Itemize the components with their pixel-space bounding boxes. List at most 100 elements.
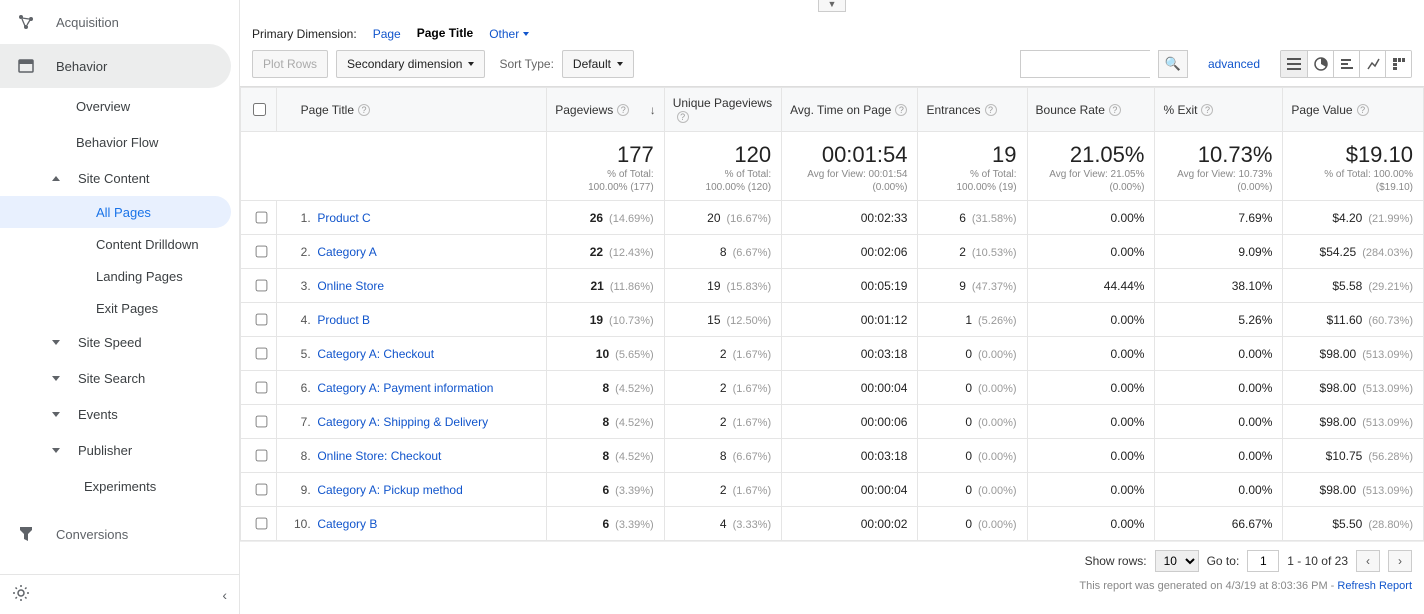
page-title-link[interactable]: Product C xyxy=(317,211,370,225)
table-row: 7. Category A: Shipping & Delivery8(4.52… xyxy=(241,405,1424,439)
report-table: Page Title? Pageviews?↓ Unique Pageviews… xyxy=(240,87,1424,541)
page-title-link[interactable]: Category A: Payment information xyxy=(317,381,493,395)
row-checkbox[interactable] xyxy=(256,280,268,292)
row-checkbox[interactable] xyxy=(256,450,268,462)
sidebar-footer: ‹ xyxy=(0,574,239,614)
row-checkbox[interactable] xyxy=(256,484,268,496)
expand-chart-toggle[interactable]: ▼ xyxy=(818,0,846,12)
main: ▼ Primary Dimension: Page Page Title Oth… xyxy=(240,0,1424,614)
row-checkbox[interactable] xyxy=(256,212,268,224)
sidebar-sub2-all-pages[interactable]: All Pages xyxy=(0,196,231,228)
search-button[interactable]: 🔍 xyxy=(1158,50,1188,78)
behavior-icon xyxy=(16,58,36,74)
view-table-icon[interactable] xyxy=(1281,51,1307,77)
help-icon[interactable]: ? xyxy=(358,104,370,116)
rows-per-page-select[interactable]: 10 xyxy=(1155,550,1199,572)
col-pageviews[interactable]: Pageviews?↓ xyxy=(547,88,664,132)
help-icon[interactable]: ? xyxy=(1357,104,1369,116)
gear-icon[interactable] xyxy=(12,584,30,605)
conversions-icon xyxy=(16,526,36,542)
row-title-cell: 1. Product C xyxy=(276,201,547,235)
chevron-down-icon xyxy=(617,62,623,66)
help-icon[interactable]: ? xyxy=(985,104,997,116)
table-row: 4. Product B19(10.73%)15(12.50%)00:01:12… xyxy=(241,303,1424,337)
goto-input[interactable] xyxy=(1247,550,1279,572)
primary-dimension-label: Primary Dimension: xyxy=(252,27,357,41)
row-index: 4. xyxy=(287,313,311,327)
collapse-sidebar-icon[interactable]: ‹ xyxy=(222,587,227,603)
row-index: 7. xyxy=(287,415,311,429)
dim-other[interactable]: Other xyxy=(489,27,529,41)
col-entrances[interactable]: Entrances? xyxy=(918,88,1027,132)
sort-desc-icon: ↓ xyxy=(650,103,656,117)
table-row: 10. Category B6(3.39%)4(3.33%)00:00:020(… xyxy=(241,507,1424,541)
view-buttons xyxy=(1280,50,1412,78)
sidebar-sub2-exit-pages[interactable]: Exit Pages xyxy=(0,292,239,324)
page-title-link[interactable]: Category A: Shipping & Delivery xyxy=(317,415,488,429)
page-title-link[interactable]: Category B xyxy=(317,517,377,531)
row-checkbox[interactable] xyxy=(256,416,268,428)
secondary-dimension-button[interactable]: Secondary dimension xyxy=(336,50,485,78)
sidebar-sub-experiments[interactable]: Experiments xyxy=(0,468,239,504)
prev-page-button[interactable]: ‹ xyxy=(1356,550,1380,572)
help-icon[interactable]: ? xyxy=(1201,104,1213,116)
view-bar-icon[interactable] xyxy=(1333,51,1359,77)
row-checkbox[interactable] xyxy=(256,246,268,258)
help-icon[interactable]: ? xyxy=(895,104,907,116)
sidebar-sub-overview[interactable]: Overview xyxy=(0,88,239,124)
col-page-value[interactable]: Page Value? xyxy=(1283,88,1424,132)
page-title-link[interactable]: Category A: Checkout xyxy=(317,347,434,361)
sidebar: Acquisition Behavior Overview Behavior F… xyxy=(0,0,240,614)
plot-rows-button[interactable]: Plot Rows xyxy=(252,50,328,78)
dim-page-title[interactable]: Page Title xyxy=(417,26,473,42)
col-page-title[interactable]: Page Title? xyxy=(276,88,547,132)
sidebar-sub-events[interactable]: Events xyxy=(0,396,239,432)
row-checkbox[interactable] xyxy=(256,348,268,360)
help-icon[interactable]: ? xyxy=(617,104,629,116)
view-pie-icon[interactable] xyxy=(1307,51,1333,77)
refresh-report-link[interactable]: Refresh Report xyxy=(1337,580,1412,592)
help-icon[interactable]: ? xyxy=(677,111,689,123)
show-rows-label: Show rows: xyxy=(1085,554,1147,568)
row-checkbox[interactable] xyxy=(256,518,268,530)
next-page-button[interactable]: › xyxy=(1388,550,1412,572)
row-checkbox[interactable] xyxy=(256,314,268,326)
sidebar-item-acquisition[interactable]: Acquisition xyxy=(0,0,239,44)
col-avg-time[interactable]: Avg. Time on Page? xyxy=(782,88,918,132)
sidebar-sub-site-speed[interactable]: Site Speed xyxy=(0,324,239,360)
col-exit[interactable]: % Exit? xyxy=(1155,88,1283,132)
view-comparison-icon[interactable] xyxy=(1359,51,1385,77)
row-index: 1. xyxy=(287,211,311,225)
sidebar-sub2-landing-pages[interactable]: Landing Pages xyxy=(0,260,239,292)
help-icon[interactable]: ? xyxy=(1109,104,1121,116)
row-index: 5. xyxy=(287,347,311,361)
sidebar-sub-behavior-flow[interactable]: Behavior Flow xyxy=(0,124,239,160)
page-title-link[interactable]: Category A xyxy=(317,245,376,259)
col-bounce-rate[interactable]: Bounce Rate? xyxy=(1027,88,1155,132)
sidebar-sub-site-search[interactable]: Site Search xyxy=(0,360,239,396)
col-unique-pageviews[interactable]: Unique Pageviews? xyxy=(664,88,781,132)
row-title-cell: 3. Online Store xyxy=(276,269,547,303)
sidebar-item-behavior[interactable]: Behavior xyxy=(0,44,231,88)
page-title-link[interactable]: Online Store: Checkout xyxy=(317,449,441,463)
col-checkbox[interactable] xyxy=(241,88,277,132)
sidebar-label: Conversions xyxy=(56,527,128,542)
row-checkbox[interactable] xyxy=(256,382,268,394)
sort-type-button[interactable]: Default xyxy=(562,50,634,78)
dim-page[interactable]: Page xyxy=(373,27,401,41)
row-title-cell: 7. Category A: Shipping & Delivery xyxy=(276,405,547,439)
sidebar-sub2-content-drilldown[interactable]: Content Drilldown xyxy=(0,228,239,260)
search-input[interactable] xyxy=(1020,50,1150,78)
page-title-link[interactable]: Category A: Pickup method xyxy=(317,483,462,497)
view-pivot-icon[interactable] xyxy=(1385,51,1411,77)
page-title-link[interactable]: Online Store xyxy=(317,279,384,293)
controls-row: Plot Rows Secondary dimension Sort Type:… xyxy=(240,46,1424,86)
row-index: 9. xyxy=(287,483,311,497)
row-index: 10. xyxy=(287,517,311,531)
select-all-checkbox[interactable] xyxy=(253,103,266,116)
sidebar-sub-publisher[interactable]: Publisher xyxy=(0,432,239,468)
advanced-link[interactable]: advanced xyxy=(1208,57,1260,71)
sidebar-sub-site-content[interactable]: Site Content xyxy=(0,160,239,196)
page-title-link[interactable]: Product B xyxy=(317,313,370,327)
sidebar-item-conversions[interactable]: Conversions xyxy=(0,512,239,556)
